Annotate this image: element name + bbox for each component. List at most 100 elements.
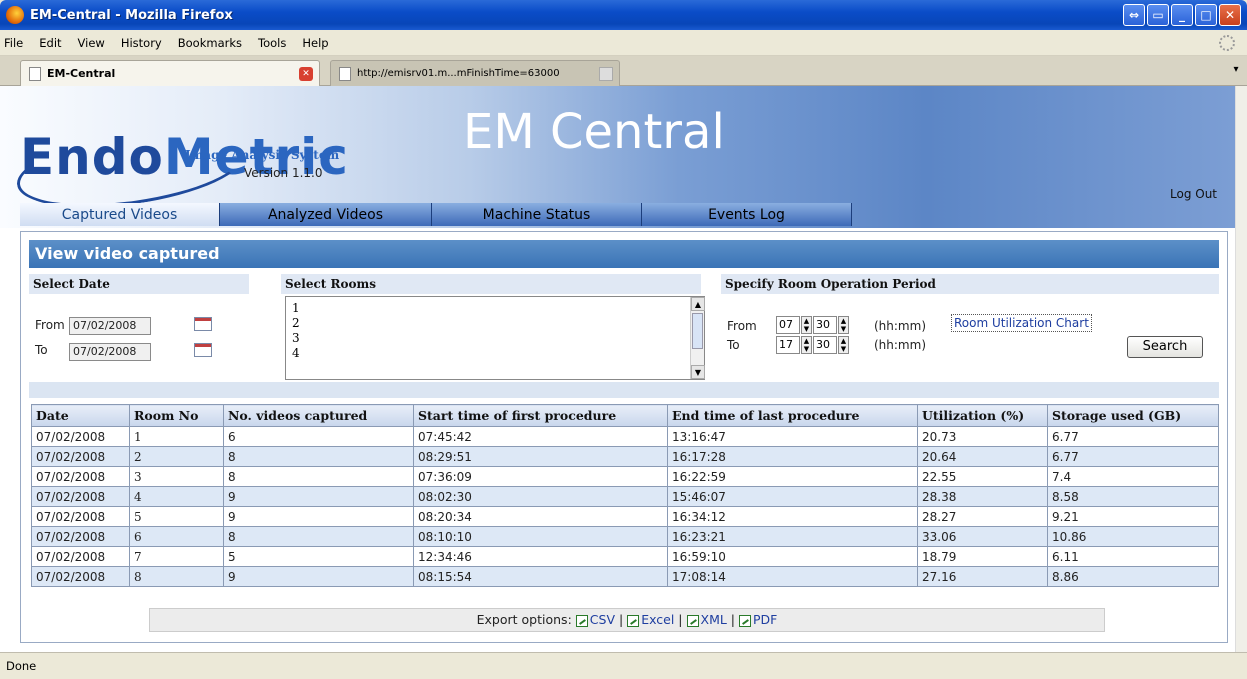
page-icon [29,66,41,81]
room-option[interactable]: 1 [292,301,704,316]
tab-events-log[interactable]: Events Log [642,203,852,226]
col-start-time[interactable]: Start time of first procedure [413,404,668,427]
export-excel-link[interactable]: Excel [641,612,674,627]
table-row: 07/02/2008 5 9 08:20:34 16:34:12 28.27 9.21 [31,506,1219,527]
room-cell: 2 [129,446,224,467]
storage-cell: 10.86 [1047,526,1219,547]
close-tab-icon[interactable]: ✕ [299,67,313,81]
col-storage[interactable]: Storage used (GB) [1047,404,1219,427]
table-row: 07/02/2008 2 8 08:29:51 16:17:28 20.64 6.77 [31,446,1219,467]
logout-link[interactable]: Log Out [1170,187,1217,201]
storage-cell: 6.77 [1047,426,1219,447]
xml-icon[interactable] [686,614,699,627]
export-csv-link[interactable]: CSV [590,612,615,627]
tab-analyzed-videos[interactable]: Analyzed Videos [220,203,432,226]
version-label: Version 1.1.0 [244,166,323,180]
hhmm-label: (hh:mm) [874,319,926,333]
tab-scroll-icon[interactable] [599,67,613,81]
utilization-cell: 20.73 [917,426,1048,447]
to-minute-stepper[interactable]: ▲ ▼ [838,336,849,354]
start-time-cell: 08:10:10 [413,526,668,547]
page-icon [339,66,351,81]
export-xml-link[interactable]: XML [701,612,727,627]
to-minute-field[interactable]: 30 [813,336,837,354]
start-time-cell: 08:15:54 [413,566,668,587]
room-option[interactable]: 4 [292,346,704,361]
tab-machine-status[interactable]: Machine Status [432,203,642,226]
csv-icon[interactable] [575,614,588,627]
restore-tabs-icon[interactable]: ⇔ [1123,4,1145,26]
room-cell: 6 [129,526,224,547]
menu-history[interactable]: History [121,36,162,50]
start-time-cell: 12:34:46 [413,546,668,567]
videos-cell: 9 [223,486,414,507]
captured-videos-table: Date Room No No. videos captured Start t… [31,404,1219,587]
close-button[interactable]: ✕ [1219,4,1241,26]
end-time-cell: 16:23:21 [667,526,918,547]
excel-icon[interactable] [627,614,640,627]
tab-captured-videos[interactable]: Captured Videos [20,203,220,226]
room-option[interactable]: 2 [292,316,704,331]
date-cell: 07/02/2008 [31,526,130,547]
menu-tools[interactable]: Tools [258,36,286,50]
room-option[interactable]: 3 [292,331,704,346]
scroll-thumb[interactable] [692,313,703,349]
menu-edit[interactable]: Edit [39,36,61,50]
col-date[interactable]: Date [31,404,130,427]
minimize-button[interactable]: _ [1171,4,1193,26]
rooms-listbox[interactable]: 1 2 3 4 ▲ ▼ [285,296,705,380]
select-rooms-label: Select Rooms [281,274,701,294]
videos-cell: 5 [223,546,414,567]
menu-bookmarks[interactable]: Bookmarks [178,36,242,50]
start-time-cell: 08:02:30 [413,486,668,507]
to-date-label: To [35,343,48,357]
storage-cell: 7.4 [1047,466,1219,487]
end-time-cell: 16:22:59 [667,466,918,487]
tile-icon[interactable]: ▭ [1147,4,1169,26]
tab-url[interactable]: http://emisrv01.m...mFinishTime=63000 [330,60,620,86]
from-minute-field[interactable]: 30 [813,316,837,334]
from-hour-field[interactable]: 07 [776,316,800,334]
end-time-cell: 16:34:12 [667,506,918,527]
utilization-cell: 28.27 [917,506,1048,527]
room-cell: 7 [129,546,224,567]
to-hour-stepper[interactable]: ▲ ▼ [801,336,812,354]
table-row: 07/02/2008 6 8 08:10:10 16:23:21 33.06 10.86 [31,526,1219,547]
room-utilization-chart-link[interactable]: Room Utilization Chart [951,314,1092,332]
from-date-field[interactable]: 07/02/2008 [69,317,151,335]
to-hour-field[interactable]: 17 [776,336,800,354]
page-scrollbar[interactable] [1235,86,1247,652]
menu-view[interactable]: View [78,36,105,50]
storage-cell: 9.21 [1047,506,1219,527]
to-date-field[interactable]: 07/02/2008 [69,343,151,361]
calendar-icon[interactable] [194,317,212,331]
status-text: Done [6,659,37,673]
from-hour-stepper[interactable]: ▲ ▼ [801,316,812,334]
col-videos-captured[interactable]: No. videos captured [223,404,414,427]
col-utilization[interactable]: Utilization (%) [917,404,1048,427]
maximize-button[interactable]: □ [1195,4,1217,26]
menu-help[interactable]: Help [302,36,328,50]
utilization-cell: 28.38 [917,486,1048,507]
col-room-no[interactable]: Room No [129,404,224,427]
room-cell: 3 [129,466,224,487]
menu-bar: File Edit View History Bookmarks Tools H… [0,30,1247,56]
tab-list-icon[interactable]: ▾ [1229,64,1243,80]
from-minute-stepper[interactable]: ▲ ▼ [838,316,849,334]
scroll-up-icon[interactable]: ▲ [691,297,705,311]
start-time-cell: 07:45:42 [413,426,668,447]
search-button[interactable]: Search [1127,336,1203,358]
storage-cell: 8.86 [1047,566,1219,587]
tab-em-central[interactable]: EM-Central ✕ [20,60,320,86]
export-pdf-link[interactable]: PDF [753,612,777,627]
col-end-time[interactable]: End time of last procedure [667,404,918,427]
pdf-icon[interactable] [739,614,751,627]
scroll-down-icon[interactable]: ▼ [691,365,705,379]
utilization-cell: 18.79 [917,546,1048,567]
menu-file[interactable]: File [4,36,23,50]
end-time-cell: 16:17:28 [667,446,918,467]
export-options: Export options: CSV | Excel | XML | PDF [149,608,1105,632]
rooms-scrollbar[interactable]: ▲ ▼ [690,297,705,379]
throbber-icon [1219,35,1235,51]
calendar-icon[interactable] [194,343,212,357]
